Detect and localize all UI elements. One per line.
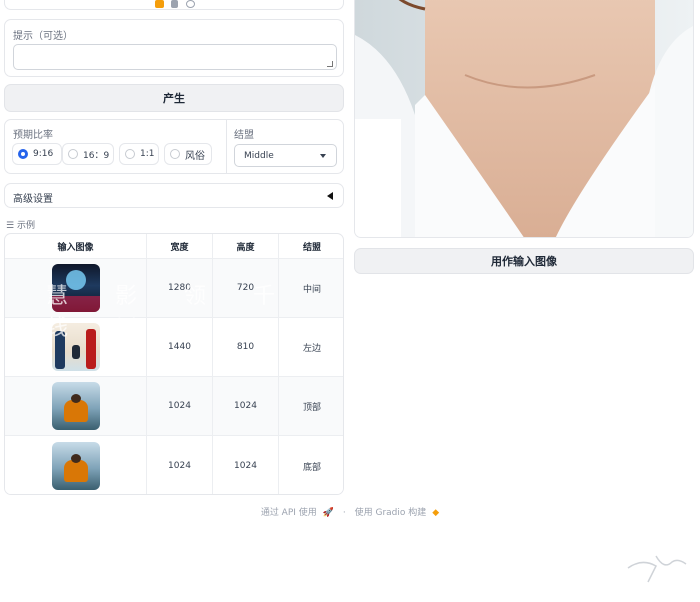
chevron-down-icon <box>320 154 326 158</box>
align-cell: 左边 <box>302 343 321 354</box>
top-toolbar-strip <box>4 0 344 10</box>
ratio-option-9-16[interactable]: 9:16 <box>12 143 62 165</box>
ratio-option-label: 1:1 <box>140 149 155 159</box>
table-row[interactable]: 1280 720 中间 <box>5 259 343 318</box>
use-as-input-button[interactable]: 用作输入图像 <box>354 248 694 274</box>
ratio-label: 预期比率 <box>13 130 53 141</box>
ratio-option-1-1[interactable]: 1:1 <box>119 143 159 165</box>
generate-button[interactable]: 产生 <box>4 84 344 112</box>
radio-icon <box>125 149 135 159</box>
examples-label-text: 示例 <box>16 221 35 231</box>
portrait-image <box>355 0 693 237</box>
table-row[interactable]: 1024 1024 底部 <box>5 436 343 494</box>
position-label: 结盟 <box>234 130 254 141</box>
divider <box>226 120 227 173</box>
table-header-row: 输入图像 宽度 高度 结盟 <box>5 234 343 259</box>
advanced-settings-accordion[interactable]: 高级设置 <box>4 183 344 208</box>
examples-label: ☰ 示例 <box>6 218 35 231</box>
column-header: 结盟 <box>302 242 321 253</box>
example-thumbnail[interactable] <box>51 442 100 490</box>
rocket-icon: 🚀 <box>322 508 334 518</box>
align-cell: 顶部 <box>302 402 321 413</box>
radio-icon <box>170 149 180 159</box>
image-cell <box>5 436 147 494</box>
output-image[interactable] <box>354 0 694 238</box>
examples-table: 输入图像 宽度 高度 结盟 1280 720 中间 1440 810 左边 10… <box>4 233 344 495</box>
table-row[interactable]: 1024 1024 顶部 <box>5 377 343 436</box>
width-cell: 1440 <box>147 318 213 376</box>
resize-handle-icon[interactable] <box>327 61 333 67</box>
radio-selected-icon <box>18 149 28 159</box>
image-cell <box>5 259 147 317</box>
prompt-block: 提示（可选） <box>4 19 344 77</box>
align-cell: 底部 <box>302 462 321 473</box>
width-cell: 1024 <box>147 377 213 435</box>
options-block: 预期比率 9:16 16：9 1:1 风俗 结盟 Middle <box>4 119 344 174</box>
image-cell <box>5 377 147 435</box>
prompt-input[interactable] <box>13 44 337 70</box>
column-header: 宽度 <box>147 234 213 258</box>
align-cell: 中间 <box>302 284 321 295</box>
width-cell: 1280 <box>147 259 213 317</box>
table-row[interactable]: 1440 810 左边 <box>5 318 343 377</box>
ratio-option-16-9[interactable]: 16：9 <box>62 143 114 165</box>
image-cell <box>5 318 147 376</box>
position-value: Middle <box>244 150 274 161</box>
api-link[interactable]: 通过 API 使用 <box>261 508 317 518</box>
width-cell: 1024 <box>147 436 213 494</box>
paste-icon[interactable] <box>171 0 178 8</box>
position-dropdown[interactable]: Middle <box>234 144 337 167</box>
radio-icon <box>68 149 78 159</box>
example-thumbnail[interactable] <box>51 382 100 430</box>
prompt-label: 提示（可选） <box>13 31 73 42</box>
signature-logo <box>627 555 687 583</box>
advanced-settings-label: 高级设置 <box>13 194 53 205</box>
footer: 通过 API 使用 🚀 · 使用 Gradio 构建 ◆ <box>0 505 700 518</box>
upload-icon[interactable] <box>155 0 164 8</box>
triangle-left-icon <box>327 192 333 200</box>
example-thumbnail[interactable] <box>51 323 100 371</box>
ratio-option-custom[interactable]: 风俗 <box>164 143 212 165</box>
ratio-option-label: 9:16 <box>33 149 54 159</box>
height-cell: 810 <box>213 318 279 376</box>
height-cell: 720 <box>213 259 279 317</box>
menu-icon: ☰ <box>6 221 17 231</box>
ratio-option-label: 风俗 <box>185 150 205 162</box>
height-cell: 1024 <box>213 377 279 435</box>
gradio-logo-icon: ◆ <box>432 508 440 518</box>
footer-separator: · <box>342 508 346 518</box>
column-header: 输入图像 <box>5 234 147 258</box>
height-cell: 1024 <box>213 436 279 494</box>
example-thumbnail[interactable] <box>51 264 100 312</box>
gradio-link[interactable]: 使用 Gradio 构建 <box>355 508 427 518</box>
column-header: 高度 <box>213 234 279 258</box>
ratio-option-label: 16：9 <box>83 150 110 161</box>
webcam-icon[interactable] <box>186 0 195 8</box>
